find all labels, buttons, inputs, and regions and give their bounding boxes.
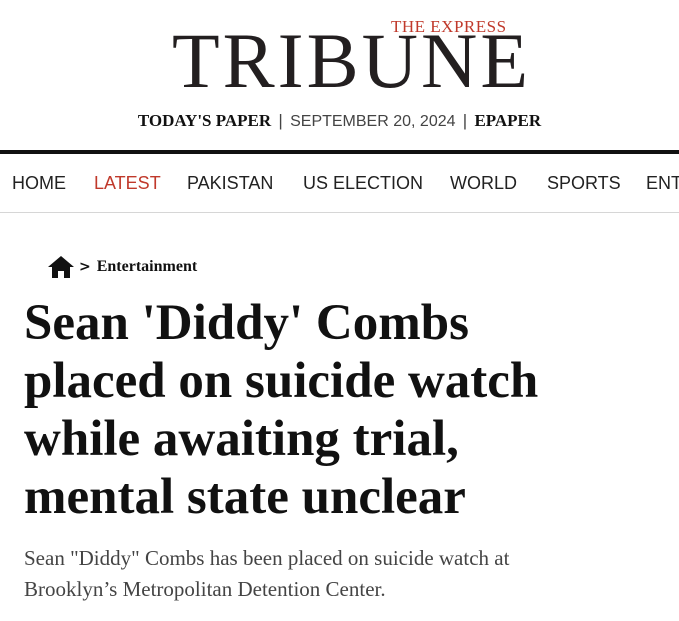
masthead: THE EXPRESS TRIBUNE TODAY'S PAPER | SEPT… xyxy=(0,0,679,150)
headline-line: while awaiting trial, xyxy=(24,411,459,467)
site-logo[interactable]: TRIBUNE xyxy=(172,22,531,100)
headline-line: mental state unclear xyxy=(24,469,466,525)
breadcrumb-section[interactable]: Entertainment xyxy=(97,258,197,276)
home-icon[interactable] xyxy=(47,255,75,279)
nav-item-latest[interactable]: LATEST xyxy=(94,173,161,194)
chevron-right-icon: > xyxy=(79,259,91,275)
separator: | xyxy=(278,111,283,130)
nav-item-world[interactable]: WORLD xyxy=(450,173,517,194)
main-navigation: HOME LATEST PAKISTAN US ELECTION WORLD S… xyxy=(0,154,679,213)
breadcrumb: > Entertainment xyxy=(47,254,197,280)
epaper-link[interactable]: EPAPER xyxy=(474,111,541,130)
headline-line: Sean 'Diddy' Combs xyxy=(24,295,469,351)
summary-line: Brooklyn’s Metropolitan Detention Center… xyxy=(24,577,386,601)
nav-item-sports[interactable]: SPORTS xyxy=(547,173,621,194)
article-headline[interactable]: Sean 'Diddy' Combs placed on suicide wat… xyxy=(24,294,669,526)
nav-item-home[interactable]: HOME xyxy=(12,173,66,194)
nav-item-pakistan[interactable]: PAKISTAN xyxy=(187,173,273,194)
summary-line: Sean "Diddy" Combs has been placed on su… xyxy=(24,546,510,570)
paper-info-bar: TODAY'S PAPER | SEPTEMBER 20, 2024 | EPA… xyxy=(0,111,679,131)
article-summary: Sean "Diddy" Combs has been placed on su… xyxy=(24,543,669,605)
separator: | xyxy=(462,111,468,130)
nav-item-entertainment[interactable]: ENT xyxy=(646,173,679,194)
nav-item-us-election[interactable]: US ELECTION xyxy=(303,173,423,194)
headline-line: placed on suicide watch xyxy=(24,353,539,409)
issue-date: SEPTEMBER 20, 2024 xyxy=(290,113,456,130)
todays-paper-link[interactable]: TODAY'S PAPER xyxy=(138,111,271,130)
